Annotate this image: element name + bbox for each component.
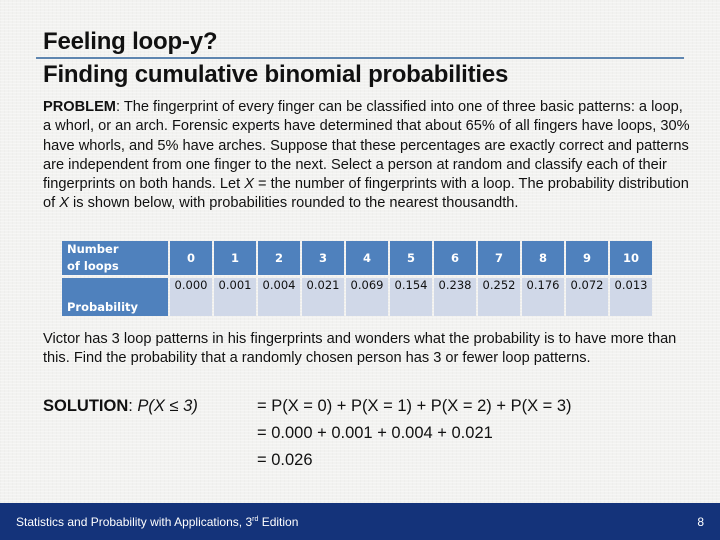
probability-value-cell: 0.154 — [390, 278, 432, 316]
loops-value-cell: 7 — [478, 241, 520, 275]
question-paragraph: Victor has 3 loop patterns in his finger… — [43, 331, 677, 366]
probability-value-cell: 0.013 — [610, 278, 652, 316]
variable-x: X — [59, 195, 69, 212]
probability-distribution-table: Number of loops 0 1 2 3 4 5 6 7 8 9 10 Probability … — [60, 241, 654, 316]
loops-value-cell: 0 — [170, 241, 212, 275]
problem-paragraph: PROBLEM: The fingerprint of every finger… — [43, 98, 693, 214]
loops-value-cell: 5 — [390, 241, 432, 275]
table-row-probability: Probability 0.000 0.001 0.004 0.021 0.069 0.1… — [62, 278, 652, 316]
probability-value-cell: 0.072 — [566, 278, 608, 316]
solution-lhs: P(X ≤ 3) — [137, 397, 198, 415]
loops-value-cell: 2 — [258, 241, 300, 275]
variable-x: X — [244, 176, 254, 193]
loops-value-cell: 8 — [522, 241, 564, 275]
solution-steps: = P(X = 0) + P(X = 1) + P(X = 2) + P(X =… — [257, 393, 572, 474]
row-header-loops: Number of loops — [62, 241, 168, 275]
probability-value-cell: 0.001 — [214, 278, 256, 316]
solution-step-3: = 0.026 — [257, 451, 313, 469]
loops-value-cell: 9 — [566, 241, 608, 275]
row-header-probability: Probability — [62, 278, 168, 316]
table-row-loops: Number of loops 0 1 2 3 4 5 6 7 8 9 10 — [62, 241, 652, 275]
solution-label: SOLUTION — [43, 397, 129, 415]
footer-bar: Statistics and Probability with Applicat… — [0, 503, 720, 540]
solution-step-2: = 0.000 + 0.001 + 0.004 + 0.021 — [257, 424, 493, 442]
problem-label: PROBLEM — [43, 99, 116, 115]
solution-block: SOLUTION: P(X ≤ 3) = P(X = 0) + P(X = 1)… — [43, 393, 572, 469]
solution-step-1: = P(X = 0) + P(X = 1) + P(X = 2) + P(X =… — [257, 397, 572, 415]
title-divider — [36, 57, 684, 59]
loops-value-cell: 4 — [346, 241, 388, 275]
probability-value-cell: 0.021 — [302, 278, 344, 316]
probability-value-cell: 0.004 — [258, 278, 300, 316]
probability-value-cell: 0.238 — [434, 278, 476, 316]
loops-value-cell: 1 — [214, 241, 256, 275]
title-line-1: Feeling loop-y? — [43, 28, 218, 55]
footer-book-title: Statistics and Probability with Applicat… — [16, 515, 299, 529]
probability-value-cell: 0.176 — [522, 278, 564, 316]
solution-label-group: SOLUTION: P(X ≤ 3) — [43, 397, 198, 415]
probability-value-cell: 0.252 — [478, 278, 520, 316]
loops-value-cell: 6 — [434, 241, 476, 275]
loops-value-cell: 10 — [610, 241, 652, 275]
problem-text-3: is shown below, with probabilities round… — [68, 195, 519, 212]
probability-value-cell: 0.069 — [346, 278, 388, 316]
probability-value-cell: 0.000 — [170, 278, 212, 316]
page-number: 8 — [697, 515, 704, 529]
loops-value-cell: 3 — [302, 241, 344, 275]
title-line-2: Finding cumulative binomial probabilitie… — [43, 61, 509, 88]
